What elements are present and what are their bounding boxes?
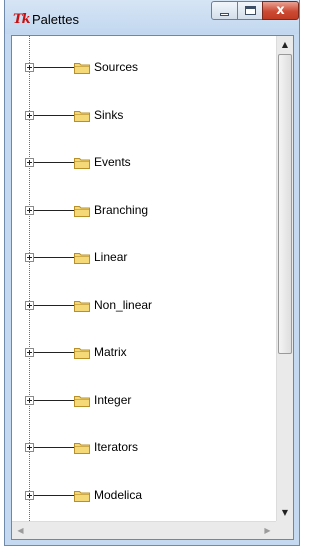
tree-branch-line	[34, 162, 74, 163]
tree-node[interactable]: Sinks	[12, 106, 272, 126]
tree-node[interactable]: Sources	[12, 58, 272, 78]
vertical-scrollbar[interactable]: ▲ ▼	[276, 36, 293, 521]
palette-tree-panel: Sources Sinks Events Branching Linear Non_lin…	[11, 35, 294, 540]
tree-node-label: Iterators	[94, 440, 139, 454]
tree-node[interactable]: Iterators	[12, 438, 272, 458]
vertical-scroll-thumb[interactable]	[278, 54, 292, 354]
tree-branch-line	[34, 447, 74, 448]
folder-icon	[74, 206, 90, 217]
tk-app-icon: Tk	[13, 12, 31, 27]
expand-plus-icon[interactable]	[25, 206, 34, 215]
tree-branch-line	[34, 67, 74, 68]
close-button[interactable]: x	[262, 1, 299, 20]
minimize-icon	[220, 13, 229, 16]
tree-branch-line	[34, 257, 74, 258]
maximize-icon	[245, 6, 256, 15]
tree-branch-line	[34, 400, 74, 401]
tree-branch-line	[34, 115, 74, 116]
expand-plus-icon[interactable]	[25, 491, 34, 500]
tree-branch-line	[34, 495, 74, 496]
scroll-right-arrow-icon[interactable]: ▶	[259, 522, 276, 539]
expand-plus-icon[interactable]	[25, 253, 34, 262]
window-title: Palettes	[32, 12, 79, 27]
tree-node-label: Modelica	[94, 488, 143, 502]
title-bar[interactable]: Tk Palettes x	[5, 0, 299, 34]
tree-node-label: Linear	[94, 250, 128, 264]
tree-node-label: Events	[94, 155, 131, 169]
scroll-down-arrow-icon[interactable]: ▼	[277, 504, 293, 521]
expand-plus-icon[interactable]	[25, 396, 34, 405]
folder-icon	[74, 396, 90, 407]
expand-plus-icon[interactable]	[25, 63, 34, 72]
scroll-left-arrow-icon[interactable]: ◀	[12, 522, 29, 539]
tree-node-label: Sources	[94, 60, 139, 74]
palettes-window: Tk Palettes x Sources Sinks Events Branchin…	[4, 0, 300, 546]
folder-icon	[74, 111, 90, 122]
folder-icon	[74, 158, 90, 169]
expand-plus-icon[interactable]	[25, 158, 34, 167]
tree-node[interactable]: Integer	[12, 391, 272, 411]
tree-node[interactable]: Non_linear	[12, 296, 272, 316]
expand-plus-icon[interactable]	[25, 301, 34, 310]
expand-plus-icon[interactable]	[25, 111, 34, 120]
scroll-up-arrow-icon[interactable]: ▲	[277, 36, 293, 53]
folder-icon	[74, 443, 90, 454]
tree-node-label: Matrix	[94, 345, 127, 359]
tree-node[interactable]: Matrix	[12, 343, 272, 363]
maximize-button[interactable]	[237, 1, 263, 20]
tree-node-label: Integer	[94, 393, 132, 407]
folder-icon	[74, 253, 90, 264]
tree-branch-line	[34, 305, 74, 306]
expand-plus-icon[interactable]	[25, 348, 34, 357]
expand-plus-icon[interactable]	[25, 443, 34, 452]
tree-node[interactable]: Branching	[12, 201, 272, 221]
tree-node[interactable]: Modelica	[12, 486, 272, 506]
scrollbar-corner	[276, 521, 293, 539]
folder-icon	[74, 491, 90, 502]
minimize-button[interactable]	[211, 1, 238, 20]
tree-node[interactable]: Events	[12, 153, 272, 173]
tree-node-label: Sinks	[94, 108, 124, 122]
tree-branch-line	[34, 352, 74, 353]
tree-node-label: Branching	[94, 203, 149, 217]
close-icon: x	[276, 3, 285, 18]
tree-branch-line	[34, 210, 74, 211]
tree-node-label: Non_linear	[94, 298, 153, 312]
folder-icon	[74, 301, 90, 312]
tree-node[interactable]: Linear	[12, 248, 272, 268]
folder-icon	[74, 348, 90, 359]
horizontal-scrollbar[interactable]: ◀ ▶	[12, 521, 276, 539]
folder-icon	[74, 63, 90, 74]
palette-tree[interactable]: Sources Sinks Events Branching Linear Non_lin…	[12, 36, 276, 521]
